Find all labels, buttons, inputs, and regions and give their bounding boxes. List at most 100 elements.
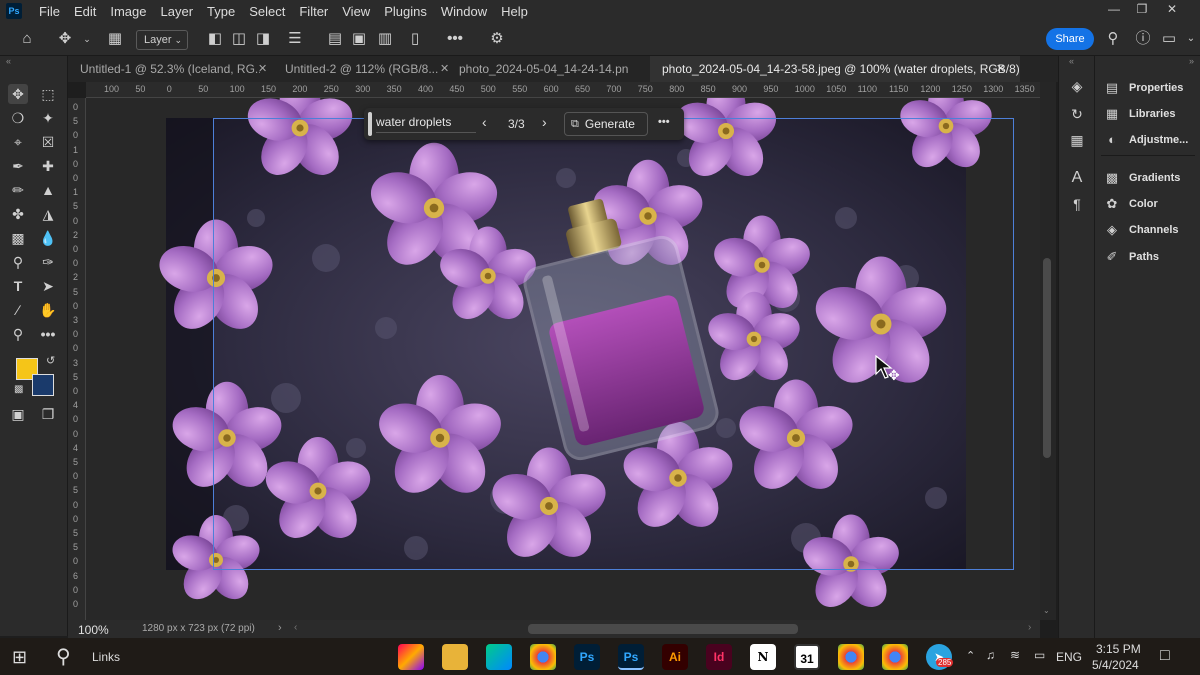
history-icon[interactable]: ↻ [1067,104,1087,124]
search-label[interactable]: Links [92,650,120,664]
layer-dropdown[interactable]: Layer ⌄ [136,30,188,50]
marquee-tool-icon[interactable]: ⬚ [38,84,58,104]
gradient-tool-icon[interactable]: ▩ [8,228,28,248]
clone-stamp-icon[interactable]: ▲ [38,180,58,200]
brush-tool-icon[interactable]: ✏ [8,180,28,200]
menu-type[interactable]: Type [200,4,242,19]
background-color-swatch[interactable] [32,374,54,396]
auto-select-icon[interactable]: ▦ [106,30,124,48]
distribute-vertical-icon[interactable]: ▯ [406,30,424,48]
close-icon[interactable]: ✕ [258,56,267,82]
drag-handle[interactable] [368,112,372,136]
paragraph-icon[interactable]: ¶ [1067,194,1087,214]
distribute-icon[interactable]: ☰ [286,30,304,48]
menu-help[interactable]: Help [494,4,535,19]
dodge-tool-icon[interactable]: ⚲ [8,252,28,272]
scroll-down-icon[interactable]: ⌄ [1043,606,1050,615]
chevron-right-icon[interactable]: › [542,114,547,130]
indesign-app-icon[interactable]: Id [706,644,732,670]
menu-window[interactable]: Window [434,4,494,19]
lasso-tool-icon[interactable]: ❍ [8,108,28,128]
zoom-level[interactable]: 100% [78,623,109,637]
panel-channels[interactable]: ◈ Channels [1103,219,1179,241]
scroll-left-icon[interactable]: ‹ [294,622,297,633]
type-tool-icon[interactable]: T [8,276,28,296]
search-icon[interactable]: ⚲ [1104,30,1122,48]
align-center-icon[interactable]: ◫ [230,30,248,48]
comments-icon[interactable]: ▦ [1067,130,1087,150]
chevron-down-icon[interactable]: ⌄ [78,30,96,48]
quick-mask-icon[interactable]: ▣ [8,404,28,424]
menu-file[interactable]: File [32,4,67,19]
generate-button[interactable]: ⧉ Generate [564,112,648,136]
move-tool-icon[interactable]: ✥ [56,30,74,48]
character-icon[interactable]: A [1067,168,1087,188]
chrome-profile-icon[interactable] [838,644,864,670]
horizontal-scroll-thumb[interactable] [528,624,798,634]
align-bottom-icon[interactable]: ▥ [376,30,394,48]
calendar-app-icon[interactable]: 31 [794,644,820,670]
crop-tool-icon[interactable]: ⌖ [8,132,28,152]
panel-gradients[interactable]: ▩ Gradients [1103,167,1181,189]
healing-brush-icon[interactable]: ✚ [38,156,58,176]
notifications-icon[interactable]: □ [1160,647,1170,665]
chevron-down-icon[interactable]: ⌄ [1182,30,1200,48]
menu-filter[interactable]: Filter [292,4,335,19]
history-brush-icon[interactable]: ✤ [8,204,28,224]
home-icon[interactable]: ⌂ [18,30,36,48]
chrome-browser-icon[interactable] [530,644,556,670]
tab-untitled-2[interactable]: Untitled-2 @ 112% (RGB/8... [285,56,443,82]
path-selection-icon[interactable]: ➤ [38,276,58,296]
share-button[interactable]: Share [1046,28,1094,50]
wifi-icon[interactable]: ≋ [1010,648,1020,662]
menu-select[interactable]: Select [242,4,292,19]
clock-date[interactable]: 5/4/2024 [1092,658,1139,672]
tab-photo-jpeg-active[interactable]: photo_2024-05-04_14-23-58.jpeg @ 100% (w… [650,56,1020,82]
eyedropper-icon[interactable]: ✒ [8,156,28,176]
align-right-icon[interactable]: ◨ [254,30,272,48]
collapse-icon[interactable]: « [1069,56,1074,66]
magic-wand-icon[interactable]: ✦ [38,108,58,128]
more-tools-icon[interactable]: ••• [38,324,58,344]
gear-icon[interactable]: ⚙ [488,30,506,48]
swap-colors-icon[interactable]: ↺ [46,354,55,367]
notion-app-icon[interactable]: N [750,644,776,670]
menu-layer[interactable]: Layer [154,4,201,19]
collapse-icon[interactable]: « [6,56,11,66]
line-tool-icon[interactable]: ∕ [8,300,28,320]
align-middle-icon[interactable]: ▣ [350,30,368,48]
photoshop-app-icon[interactable]: Ps [574,644,600,670]
clock-time[interactable]: 3:15 PM [1096,642,1141,656]
close-icon[interactable]: ✕ [440,56,449,82]
menu-image[interactable]: Image [103,4,153,19]
default-colors-icon[interactable]: ▩ [14,384,23,395]
chevron-up-icon[interactable]: ⌃ [966,649,975,662]
frame-tool-icon[interactable]: ☒ [38,132,58,152]
panel-properties[interactable]: ▤ Properties [1103,77,1184,99]
more-options-icon[interactable]: ••• [446,30,464,48]
panel-libraries[interactable]: ▦ Libraries [1103,103,1176,125]
status-arrow-icon[interactable]: › [278,622,282,634]
tab-photo-png[interactable]: photo_2024-05-04_14-24-14.png [459,56,629,82]
close-window-icon[interactable]: ✕ [1160,2,1184,20]
creative-cloud-icon[interactable] [398,644,424,670]
volume-icon[interactable]: ♫ [986,648,995,662]
pen-tool-icon[interactable]: ✑ [38,252,58,272]
edge-browser-icon[interactable] [486,644,512,670]
canvas-area[interactable]: ✥ [86,98,1040,620]
workspace-icon[interactable]: ▭ [1160,30,1178,48]
vertical-scrollbar[interactable]: ⌄ [1040,82,1056,620]
generate-prompt-input[interactable]: water droplets [376,115,476,133]
hand-tool-icon[interactable]: ✋ [38,300,58,320]
move-tool-icon[interactable]: ✥ [8,84,28,104]
restore-icon[interactable]: ❐ [1130,2,1154,20]
scroll-right-icon[interactable]: › [1028,622,1031,633]
minimize-icon[interactable]: — [1102,2,1126,20]
blur-tool-icon[interactable]: 💧 [38,228,58,248]
file-explorer-icon[interactable] [442,644,468,670]
menu-edit[interactable]: Edit [67,4,103,19]
battery-icon[interactable]: ▭ [1034,648,1045,662]
language-indicator[interactable]: ENG [1056,650,1082,664]
zoom-tool-icon[interactable]: ⚲ [8,324,28,344]
eraser-icon[interactable]: ◮ [38,204,58,224]
